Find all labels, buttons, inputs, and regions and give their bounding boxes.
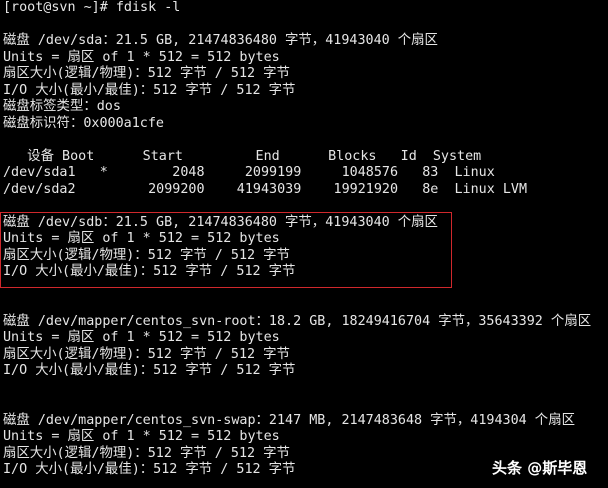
terminal-line: /dev/sda2 2099200 41943039 19921920 8e L…	[3, 181, 528, 197]
terminal-line: 磁盘 /dev/sda：21.5 GB, 21474836480 字节，4194…	[3, 33, 438, 48]
terminal-line: I/O 大小(最小/最佳)：512 字节 / 512 字节	[3, 82, 296, 98]
terminal-line: 磁盘 /dev/mapper/centos_svn-swap：2147 MB, …	[3, 412, 575, 428]
terminal-line: Units = 扇区 of 1 * 512 = 512 bytes	[3, 429, 280, 444]
terminal-line: 扇区大小(逻辑/物理)：512 字节 / 512 字节	[3, 346, 290, 362]
terminal-line: 磁盘 /dev/mapper/centos_svn-root：18.2 GB, …	[3, 313, 592, 329]
terminal-line: Units = 扇区 of 1 * 512 = 512 bytes	[3, 49, 280, 65]
terminal-line: 设备 Boot Start End Blocks Id System	[3, 148, 482, 164]
highlight-box-sdb	[0, 212, 452, 288]
terminal-line: Units = 扇区 of 1 * 512 = 512 bytes	[3, 330, 280, 345]
terminal-line: 扇区大小(逻辑/物理)：512 字节 / 512 字节	[3, 66, 290, 81]
terminal-line: 磁盘标签类型：dos	[3, 99, 121, 114]
command-prompt-line: [root@svn ~]# fdisk -l	[3, 0, 181, 15]
terminal-line: I/O 大小(最小/最佳)：512 字节 / 512 字节	[3, 363, 296, 378]
watermark: 头条 @斯毕恩	[492, 459, 588, 477]
terminal-line: 磁盘标识符：0x000a1cfe	[3, 115, 164, 131]
terminal-line: /dev/sda1 * 2048 2099199 1048576 83 Linu…	[3, 165, 495, 180]
